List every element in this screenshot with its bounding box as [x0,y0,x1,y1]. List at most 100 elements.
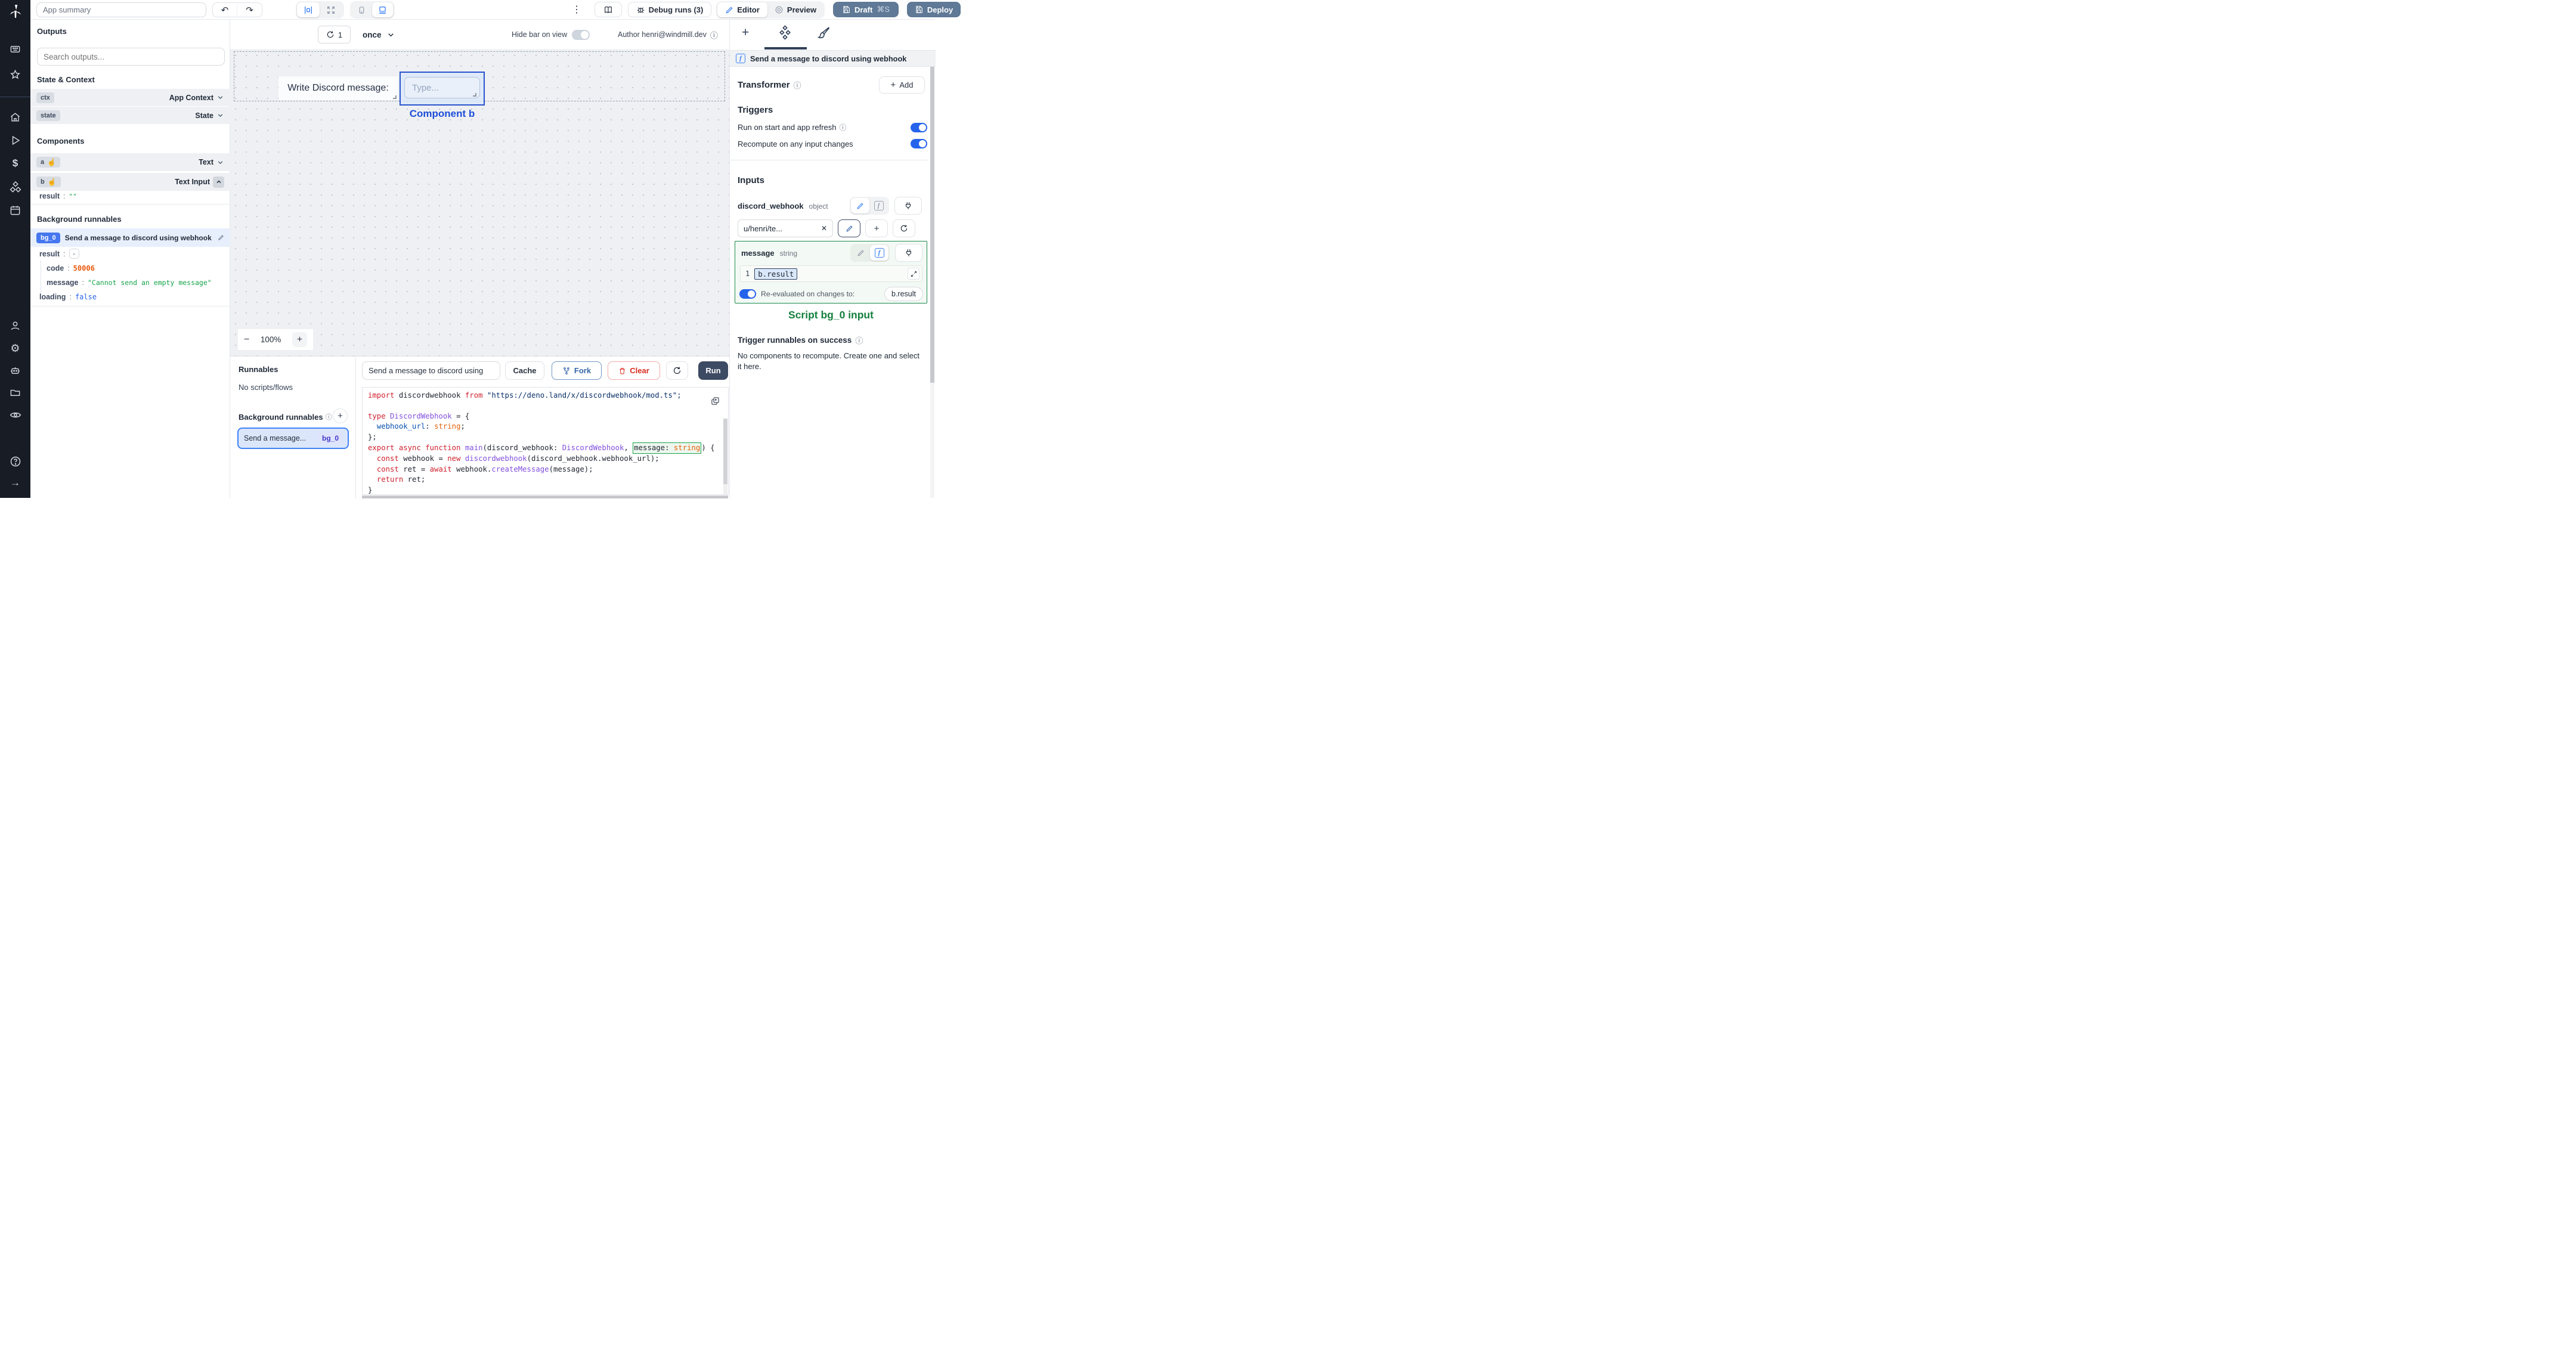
text-input-component[interactable]: Type... [404,77,480,98]
output-row-ctx[interactable]: ctx App Context [30,89,230,106]
run-on-start-toggle[interactable] [911,122,927,132]
static-mode-pencil-icon[interactable] [851,198,869,213]
zoom-in-button[interactable]: + [292,332,307,347]
code-horizontal-scrollbar[interactable] [362,495,728,498]
runs-play-icon[interactable] [0,135,30,146]
bg0-title: Send a message to discord using webhook [64,233,212,242]
undo-redo-group: ↶ ↷ [212,2,262,17]
draft-button[interactable]: Draft ⌘S [833,2,899,17]
search-outputs-input[interactable] [37,48,225,66]
home-icon[interactable] [0,112,30,123]
info-icon: ⓘ [793,81,801,90]
folders-icon[interactable] [0,387,30,398]
resize-handle[interactable] [393,95,397,99]
billing-dollar-icon[interactable]: $ [0,157,30,169]
kebab-menu-icon[interactable]: ⋮ [572,4,582,16]
clear-button[interactable]: Clear [608,361,660,380]
add-background-runnable-button[interactable]: + [333,408,348,423]
field1-connect-plug-button[interactable] [894,197,922,215]
resources-cubes-icon[interactable] [0,181,30,193]
edit-pencil-icon[interactable] [218,234,224,241]
fork-button[interactable]: Fork [552,361,602,380]
refresh-resource-button[interactable] [893,219,915,237]
tab-preview[interactable]: Preview [767,2,823,17]
undo-button[interactable]: ↶ [213,4,237,16]
code-vertical-scrollbar[interactable] [723,419,727,494]
resize-handle[interactable] [473,93,476,97]
windmill-logo[interactable] [0,4,30,19]
component-row-a[interactable]: a ☝ Text [30,153,230,171]
mobile-icon[interactable] [351,2,372,17]
b-result-row[interactable]: result: "" [39,188,77,205]
copy-code-icon[interactable] [711,397,720,405]
field1-name-row: discord_webhook object [738,202,828,210]
chevron-down-icon[interactable] [216,112,224,119]
text-component-a[interactable]: Write Discord message: [278,76,398,100]
debug-runs-button[interactable]: Debug runs (3) [628,2,711,17]
reeval-target-button[interactable]: b.result [884,287,923,301]
schedules-calendar-icon[interactable] [0,205,30,216]
apps-icon[interactable] [0,44,30,55]
run-button[interactable]: Run [698,361,728,380]
selected-component-b[interactable]: Type... [400,72,485,106]
static-mode-pencil-icon[interactable] [852,245,870,261]
info-icon: ⓘ [325,414,332,421]
app-summary-input[interactable] [36,2,206,17]
add-transformer-button[interactable]: + Add [879,76,925,94]
clear-resource-icon[interactable]: ✕ [821,224,827,233]
desktop-icon[interactable] [372,2,393,17]
redo-button[interactable]: ↷ [237,5,262,16]
edit-resource-button[interactable] [838,219,860,237]
hide-bar-toggle[interactable] [572,29,590,40]
bg0-row[interactable]: bg_0 Send a message to discord using web… [30,228,230,247]
output-row-state[interactable]: state State [30,107,230,124]
cache-button[interactable]: Cache [505,361,544,380]
message-value: "Cannot send an empty message" [88,278,212,287]
right-panel-scrollbar[interactable] [930,67,934,498]
favorites-star-icon[interactable] [0,69,30,80]
script-name-input[interactable] [362,361,500,380]
recompute-toggle[interactable] [911,139,927,148]
reeval-toggle[interactable] [739,289,756,299]
center-layout-icon[interactable] [297,2,320,17]
docs-book-button[interactable] [595,2,622,17]
eval-mode-function-icon[interactable]: f [870,245,888,261]
bg0-result-row[interactable]: result: - [39,249,79,259]
expression-value[interactable]: b.result [754,268,798,280]
expand-editor-icon[interactable] [908,268,919,280]
chevron-down-icon[interactable] [216,159,224,166]
runnables-panel: Runnables No scripts/flows Background ru… [230,357,356,498]
styling-brush-icon[interactable] [817,26,831,39]
zoom-out-button[interactable]: − [244,335,249,345]
fullscreen-icon[interactable] [320,2,342,17]
editor-refresh-button[interactable] [666,361,688,380]
deploy-button[interactable]: Deploy [907,2,961,17]
field2-connect-plug-button[interactable] [895,244,922,262]
chevron-down-icon[interactable] [216,94,224,101]
user-icon[interactable] [0,320,30,332]
workers-icon[interactable] [0,365,30,376]
collapse-toggle[interactable]: - [69,249,79,259]
audit-eye-icon[interactable] [0,409,30,421]
expression-editor[interactable]: 1 b.result [740,265,922,282]
refresh-count-button[interactable]: 1 [318,26,351,44]
hand-pointer-icon: ☝ [47,158,57,166]
code-editor[interactable]: import discordwebhook from "https://deno… [362,387,729,495]
info-icon[interactable]: ⓘ [710,29,718,41]
runnable-item-bg0[interactable]: Send a message... bg_0 [237,428,349,449]
a-badge-label: a [41,159,45,166]
settings-gear-icon[interactable]: ⚙ [0,342,30,355]
new-resource-button[interactable]: + [865,219,888,237]
chevron-up-icon[interactable] [213,176,224,188]
info-icon: ⓘ [839,123,847,132]
schedule-dropdown[interactable]: once [363,26,395,44]
component-settings-icon[interactable] [778,25,792,40]
transformer-label: Transformer [738,80,790,90]
insert-component-plus-icon[interactable]: + [742,26,749,39]
collapse-arrow-icon[interactable]: → [0,477,30,489]
eval-mode-function-icon[interactable]: f [869,198,888,213]
resource-picker[interactable]: u/henri/te... ✕ [738,219,833,237]
tab-editor[interactable]: Editor [717,2,767,17]
app-canvas[interactable]: Write Discord message: Type... Component… [230,50,729,356]
help-icon[interactable] [0,456,30,467]
